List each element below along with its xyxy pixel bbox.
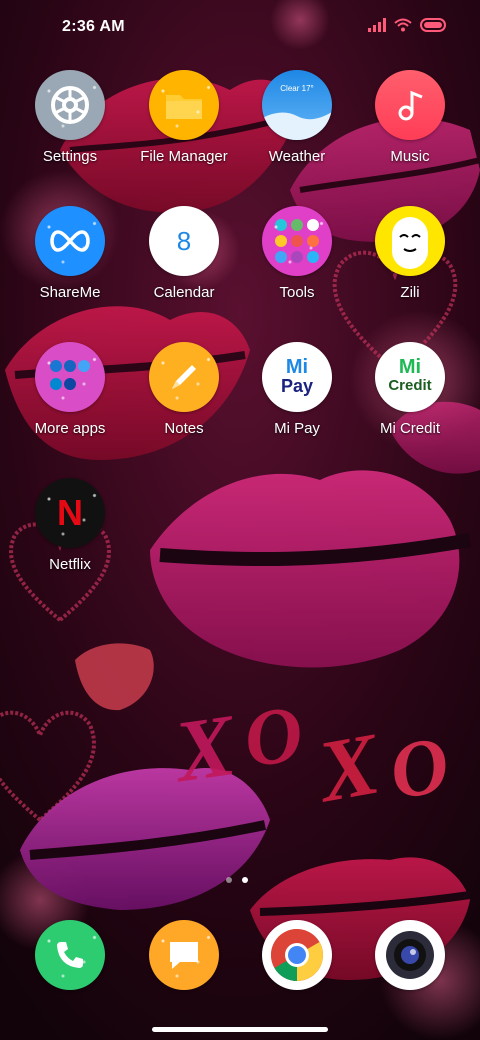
netflix-icon: N bbox=[35, 478, 105, 548]
app-mi-credit[interactable]: Mi Credit Mi Credit bbox=[350, 342, 470, 462]
app-more-apps[interactable]: More apps bbox=[10, 342, 130, 462]
mi-pay-logo-bottom: Pay bbox=[280, 376, 314, 396]
app-label: Tools bbox=[279, 284, 315, 301]
app-label: Calendar bbox=[153, 284, 215, 301]
status-time: 2:36 AM bbox=[62, 18, 125, 35]
home-gesture-bar[interactable] bbox=[152, 1027, 328, 1032]
app-weather[interactable]: Clear 17° Weather bbox=[237, 70, 357, 190]
more-apps-folder-icon bbox=[35, 342, 105, 412]
page-dot-2[interactable] bbox=[242, 877, 248, 883]
messages-icon bbox=[149, 920, 219, 990]
chrome-icon bbox=[262, 920, 332, 990]
phone-icon bbox=[35, 920, 105, 990]
music-icon bbox=[375, 70, 445, 140]
app-label: Mi Pay bbox=[274, 420, 320, 437]
app-label: File Manager bbox=[140, 148, 228, 165]
app-settings[interactable]: Settings bbox=[10, 70, 130, 190]
zili-icon bbox=[375, 206, 445, 276]
settings-icon bbox=[35, 70, 105, 140]
mi-credit-logo-top: Mi bbox=[398, 356, 422, 378]
dock-messages[interactable] bbox=[124, 920, 244, 1000]
notes-icon bbox=[149, 342, 219, 412]
status-bar: 2:36 AM bbox=[0, 0, 480, 56]
dock-chrome[interactable] bbox=[237, 920, 357, 1000]
app-netflix[interactable]: N Netflix bbox=[10, 478, 130, 598]
svg-text:O: O bbox=[239, 689, 308, 784]
app-zili[interactable]: Zili bbox=[350, 206, 470, 326]
mi-pay-icon: Mi Pay bbox=[262, 342, 332, 412]
app-notes[interactable]: Notes bbox=[124, 342, 244, 462]
app-label: Netflix bbox=[49, 556, 91, 573]
app-shareme[interactable]: ShareMe bbox=[10, 206, 130, 326]
app-tools[interactable]: Tools bbox=[237, 206, 357, 326]
shareme-icon bbox=[35, 206, 105, 276]
mi-credit-icon: Mi Credit bbox=[375, 342, 445, 412]
page-indicator[interactable] bbox=[226, 877, 248, 883]
app-label: ShareMe bbox=[39, 284, 101, 301]
app-label: Weather bbox=[268, 148, 326, 165]
folder-icon bbox=[149, 70, 219, 140]
dock-phone[interactable] bbox=[10, 920, 130, 1000]
app-label: Music bbox=[390, 148, 430, 165]
netflix-logo: N bbox=[57, 492, 83, 533]
app-label: More apps bbox=[34, 420, 106, 437]
app-mi-pay[interactable]: Mi Pay Mi Pay bbox=[237, 342, 357, 462]
signal-icon bbox=[368, 18, 386, 32]
mi-credit-logo-bottom: Credit bbox=[388, 377, 432, 394]
wifi-icon bbox=[394, 18, 412, 32]
battery-icon bbox=[420, 18, 446, 32]
app-music[interactable]: Music bbox=[350, 70, 470, 190]
dock-camera[interactable] bbox=[350, 920, 470, 1000]
app-calendar[interactable]: 8 Calendar bbox=[124, 206, 244, 326]
app-label: Mi Credit bbox=[379, 420, 440, 437]
status-icons bbox=[368, 18, 448, 32]
mi-pay-logo-top: Mi bbox=[285, 356, 309, 378]
weather-icon: Clear 17° bbox=[262, 70, 332, 140]
app-file-manager[interactable]: File Manager bbox=[124, 70, 244, 190]
app-label: Settings bbox=[42, 148, 98, 165]
app-label: Notes bbox=[164, 420, 204, 437]
calendar-icon: 8 bbox=[149, 206, 219, 276]
page-dot-1[interactable] bbox=[226, 877, 232, 883]
app-label: Zili bbox=[400, 284, 420, 301]
calendar-day: 8 bbox=[176, 225, 192, 256]
camera-icon bbox=[375, 920, 445, 990]
tools-folder-icon bbox=[262, 206, 332, 276]
